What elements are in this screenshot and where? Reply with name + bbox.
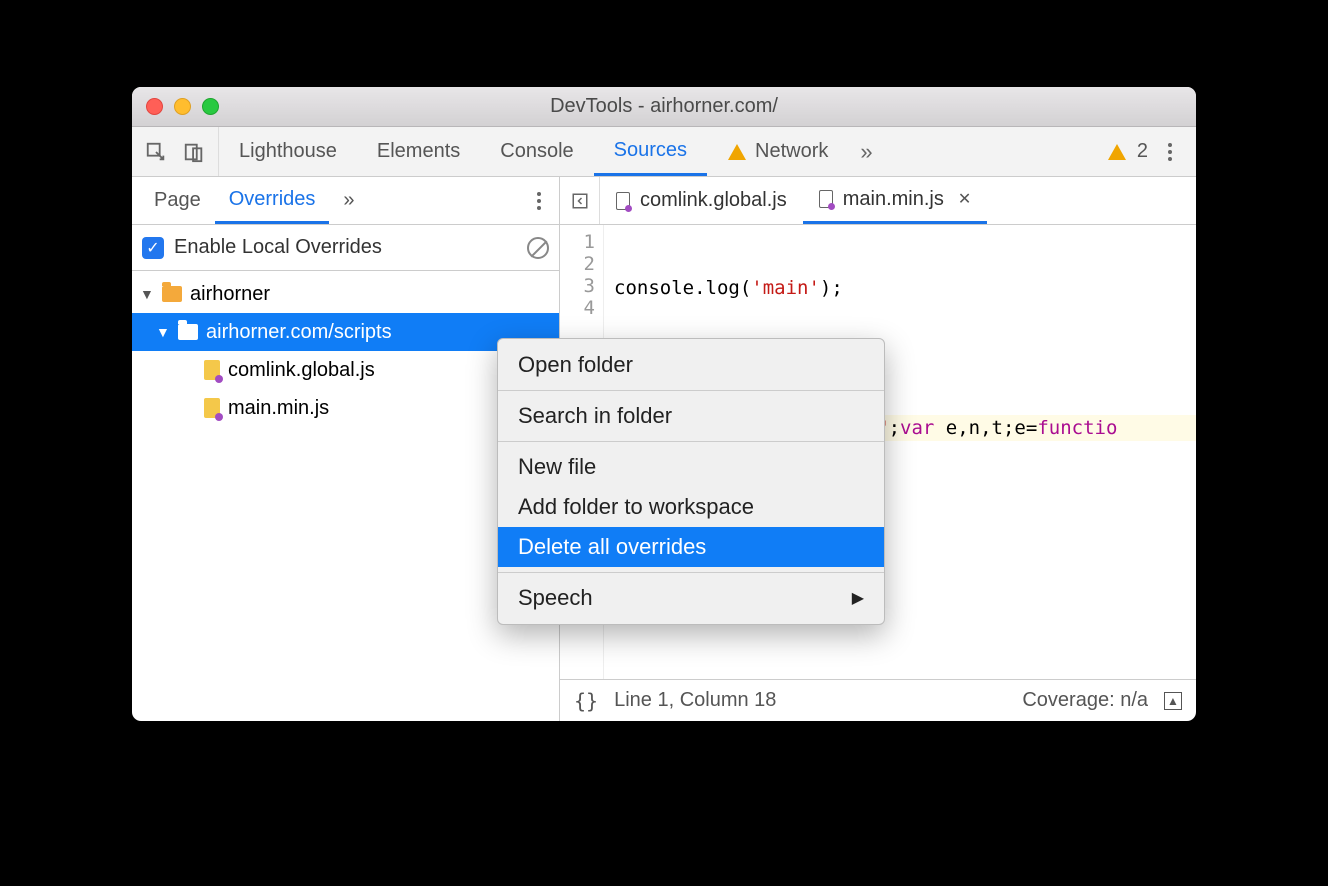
device-toolbar-icon[interactable] [182,140,206,164]
inspect-tools [132,127,219,176]
file-icon [204,398,220,418]
tab-network[interactable]: Network [707,127,848,176]
sidebar-tab-overrides[interactable]: Overrides [215,177,330,224]
warning-icon [727,142,747,162]
editor-tab[interactable]: main.min.js ✕ [803,177,988,224]
sidebar-tabs: Page Overrides » [132,177,559,225]
sidebar-more-tabs[interactable]: » [329,177,368,224]
warning-icon [1107,142,1127,162]
tab-label: Page [154,189,201,212]
tab-elements[interactable]: Elements [357,127,480,176]
tree-item-label: main.min.js [228,397,329,420]
menu-item-label: Search in folder [518,403,672,429]
editor-tab[interactable]: comlink.global.js [600,177,803,224]
menu-separator [498,390,884,391]
line-number: 1 [560,231,595,253]
editor-tab-label: comlink.global.js [640,189,787,212]
toolbar-right: 2 [1093,127,1196,176]
tab-sources[interactable]: Sources [594,127,707,176]
clear-icon[interactable] [527,237,549,259]
chevron-down-icon: ▼ [156,324,170,340]
tree-folder-scripts[interactable]: ▼ airhorner.com/scripts [132,313,559,351]
tab-label: Network [755,140,828,163]
tab-label: Elements [377,140,460,163]
line-number: 2 [560,253,595,275]
menu-separator [498,572,884,573]
tab-lighthouse[interactable]: Lighthouse [219,127,357,176]
chevron-right-icon: ▶ [852,588,864,608]
context-menu-add-workspace[interactable]: Add folder to workspace [498,487,884,527]
context-menu-speech[interactable]: Speech ▶ [498,578,884,618]
tab-label: Console [500,140,573,163]
context-menu-new-file[interactable]: New file [498,447,884,487]
tree-item-label: airhorner [190,283,270,306]
code-line: console.log('main'); [614,275,1196,301]
sidebar-tab-page[interactable]: Page [140,177,215,224]
tree-file[interactable]: main.min.js [132,389,559,427]
editor-tab-strip: comlink.global.js main.min.js ✕ [560,177,1196,225]
tree-folder-root[interactable]: ▼ airhorner [132,275,559,313]
folder-icon [178,324,198,340]
menu-item-label: Speech [518,585,593,611]
tab-label: Overrides [229,188,316,211]
traffic-lights [146,98,219,115]
editor-status-bar: {} Line 1, Column 18 Coverage: n/a ▲ [560,679,1196,721]
sidebar-menu-button[interactable] [527,192,551,210]
tab-console[interactable]: Console [480,127,593,176]
menu-item-label: Add folder to workspace [518,494,754,520]
overrides-toolbar: ✓ Enable Local Overrides [132,225,559,271]
main-tab-strip: Lighthouse Elements Console Sources Netw… [132,127,1196,177]
menu-item-label: New file [518,454,596,480]
window-title: DevTools - airhorner.com/ [132,95,1196,118]
close-icon[interactable]: ✕ [958,189,971,209]
more-tabs-button[interactable]: » [848,127,884,176]
line-number: 3 [560,275,595,297]
file-icon [616,192,630,210]
window-close-button[interactable] [146,98,163,115]
window-minimize-button[interactable] [174,98,191,115]
chevron-down-icon: ▼ [140,286,154,302]
menu-item-label: Delete all overrides [518,534,706,560]
tab-label: Lighthouse [239,140,337,163]
context-menu-search-folder[interactable]: Search in folder [498,396,884,436]
file-tree: ▼ airhorner ▼ airhorner.com/scripts coml… [132,271,559,721]
file-icon [819,190,833,208]
expand-icon[interactable]: ▲ [1164,692,1182,710]
context-menu-open-folder[interactable]: Open folder [498,345,884,385]
enable-overrides-checkbox[interactable]: ✓ [142,237,164,259]
tree-item-label: airhorner.com/scripts [206,321,392,344]
editor-tab-label: main.min.js [843,188,944,211]
menu-item-label: Open folder [518,352,633,378]
folder-icon [162,286,182,302]
settings-menu-button[interactable] [1158,143,1182,161]
navigator-sidebar: Page Overrides » ✓ Enable Local Override… [132,177,560,721]
enable-overrides-label: Enable Local Overrides [174,236,517,259]
warning-count[interactable]: 2 [1137,140,1148,163]
navigate-back-button[interactable] [560,177,600,224]
coverage-status[interactable]: Coverage: n/a [1022,689,1148,712]
file-icon [204,360,220,380]
cursor-position: Line 1, Column 18 [614,689,776,712]
line-number: 4 [560,297,595,319]
main-tabs: Lighthouse Elements Console Sources Netw… [219,127,1093,176]
window-titlebar: DevTools - airhorner.com/ [132,87,1196,127]
tree-file[interactable]: comlink.global.js [132,351,559,389]
inspect-element-icon[interactable] [144,140,168,164]
menu-separator [498,441,884,442]
window-maximize-button[interactable] [202,98,219,115]
context-menu-delete-overrides[interactable]: Delete all overrides [498,527,884,567]
tab-label: Sources [614,139,687,162]
context-menu: Open folder Search in folder New file Ad… [497,338,885,625]
format-button[interactable]: {} [574,689,598,713]
tree-item-label: comlink.global.js [228,359,375,382]
